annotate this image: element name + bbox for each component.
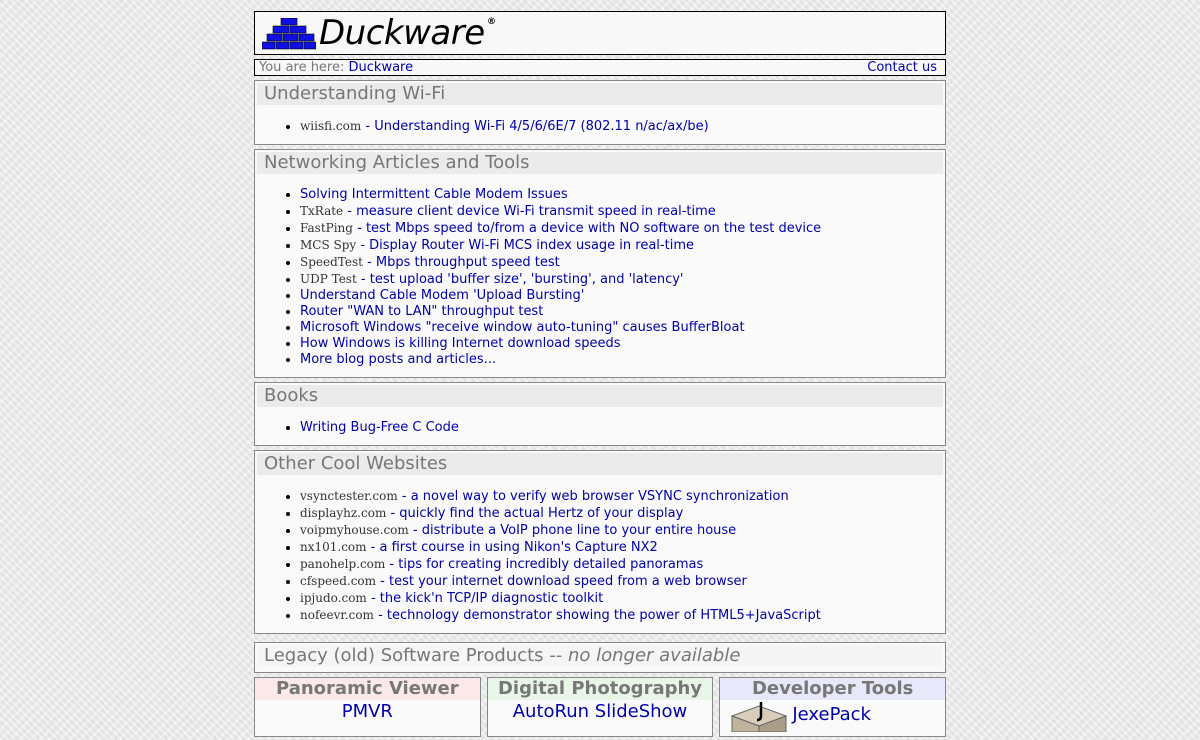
section-networking: Networking Articles and Tools Solving In… [254,149,946,378]
list-item: Solving Intermittent Cable Modem Issues [300,187,943,203]
site-name: nofeevr.com [300,608,374,622]
site-name: panohelp.com [300,557,386,571]
site-name: FastPing [300,221,353,235]
column-digital-photography: Digital Photography AutoRun SlideShow [486,677,714,737]
list: Writing Bug-Free C Code [257,407,943,445]
list-item: UDP Test - test upload 'buffer size', 'b… [300,271,943,288]
section-title: Books [257,385,943,407]
item-link[interactable]: tips for creating incredibly detailed pa… [398,557,703,572]
item-link[interactable]: distribute a VoIP phone line to your ent… [422,523,736,538]
column-heading: Developer Tools [720,678,946,700]
list-item: MCS Spy - Display Router Wi-Fi MCS index… [300,237,943,254]
section-understanding-wifi: Understanding Wi-Fi wiisfi.com - Underst… [254,80,946,145]
list-item: nx101.com - a first course in using Niko… [300,539,943,556]
legacy-title-note: no longer available [567,645,741,666]
site-name: MCS Spy [300,238,357,252]
section-title: Networking Articles and Tools [257,152,943,174]
item-link[interactable]: test your internet download speed from a… [389,574,747,589]
jexepack-link[interactable]: JexePack [792,704,871,725]
item-link[interactable]: quickly find the actual Hertz of your di… [399,506,683,521]
jexepack-box-icon[interactable] [730,702,788,732]
list: wiisfi.com - Understanding Wi-Fi 4/5/6/6… [257,105,943,144]
item-link[interactable]: Understand Cable Modem 'Upload Bursting' [300,288,584,303]
item-link[interactable]: Display Router Wi-Fi MCS index usage in … [369,238,694,253]
list-item: More blog posts and articles... [300,352,943,368]
list-item: FastPing - test Mbps speed to/from a dev… [300,220,943,237]
legacy-title-main: Legacy (old) Software Products -- [264,645,563,666]
site-name: TxRate [300,204,344,218]
section-legacy: Legacy (old) Software Products -- no lon… [254,642,946,673]
column-heading: Digital Photography [487,678,713,700]
item-link[interactable]: the kick'n TCP/IP diagnostic toolkit [380,591,603,606]
list-item: panohelp.com - tips for creating incredi… [300,556,943,573]
site-name: nx101.com [300,540,367,554]
breadcrumb: You are here: Duckware Contact us [254,59,946,76]
header-logo-box: Duckware ® [254,11,946,55]
item-link[interactable]: technology demonstrator showing the powe… [387,608,821,623]
pmvr-link[interactable]: PMVR [255,700,480,724]
list-item: wiisfi.com - Understanding Wi-Fi 4/5/6/6… [300,118,943,135]
list-item: ipjudo.com - the kick'n TCP/IP diagnosti… [300,590,943,607]
column-panoramic-viewer: Panoramic Viewer PMVR [254,677,481,737]
item-link[interactable]: a first course in using Nikon's Capture … [380,540,658,555]
item-link[interactable]: measure client device Wi-Fi transmit spe… [356,204,716,219]
list-item: cfspeed.com - test your internet downloa… [300,573,943,590]
breadcrumb-trail: You are here: Duckware [259,60,413,75]
autorun-slideshow-link[interactable]: AutoRun SlideShow [488,700,713,724]
item-link[interactable]: a novel way to verify web browser VSYNC … [411,489,789,504]
list-item: Router "WAN to LAN" throughput test [300,304,943,320]
list-item: Microsoft Windows "receive window auto-t… [300,320,943,336]
item-link[interactable]: Microsoft Windows "receive window auto-t… [300,320,745,335]
site-name: UDP Test [300,272,357,286]
item-link[interactable]: Understanding Wi-Fi 4/5/6/6E/7 (802.11 n… [374,119,708,134]
list-item: How Windows is killing Internet download… [300,336,943,352]
section-books: Books Writing Bug-Free C Code [254,382,946,446]
section-title: Legacy (old) Software Products -- no lon… [257,645,943,667]
column-body: JexePack [720,700,945,732]
legacy-columns: Panoramic Viewer PMVR Digital Photograph… [254,677,947,737]
list-item: Writing Bug-Free C Code [300,420,943,436]
page-container: Duckware ® You are here: Duckware Contac… [254,11,947,737]
breadcrumb-home-link[interactable]: Duckware [349,60,414,75]
duckware-logo-icon[interactable] [262,18,316,50]
site-name: ipjudo.com [300,591,367,605]
logo-text[interactable]: Duckware [319,13,485,53]
site-name: SpeedTest [300,255,363,269]
site-name: vsynctester.com [300,489,398,503]
site-name: voipmyhouse.com [300,523,409,537]
breadcrumb-prefix: You are here: [259,60,345,75]
section-title: Understanding Wi-Fi [257,83,943,105]
list-item: vsynctester.com - a novel way to verify … [300,488,943,505]
list-item: displayhz.com - quickly find the actual … [300,505,943,522]
contact-us-link[interactable]: Contact us [867,60,937,75]
list-item: SpeedTest - Mbps throughput speed test [300,254,943,271]
item-link[interactable]: How Windows is killing Internet download… [300,336,621,351]
list-item: TxRate - measure client device Wi-Fi tra… [300,203,943,220]
site-name: cfspeed.com [300,574,377,588]
section-other-websites: Other Cool Websites vsynctester.com - a … [254,450,946,634]
column-heading: Panoramic Viewer [255,678,480,700]
item-link[interactable]: test upload 'buffer size', 'bursting', a… [370,272,684,287]
item-link[interactable]: Writing Bug-Free C Code [300,420,459,435]
item-link[interactable]: Mbps throughput speed test [376,255,560,270]
item-link[interactable]: Router "WAN to LAN" throughput test [300,304,543,319]
list-item: nofeevr.com - technology demonstrator sh… [300,607,943,624]
list: Solving Intermittent Cable Modem IssuesT… [257,174,943,377]
list-item: voipmyhouse.com - distribute a VoIP phon… [300,522,943,539]
item-link[interactable]: More blog posts and articles... [300,352,496,367]
item-link[interactable]: test Mbps speed to/from a device with NO… [366,221,821,236]
section-title: Other Cool Websites [257,453,943,475]
column-developer-tools: Developer Tools JexePack [719,677,947,737]
item-link[interactable]: Solving Intermittent Cable Modem Issues [300,187,568,202]
site-name: displayhz.com [300,506,387,520]
list: vsynctester.com - a novel way to verify … [257,475,943,633]
registered-mark: ® [487,17,496,27]
site-name: wiisfi.com [300,119,362,133]
list-item: Understand Cable Modem 'Upload Bursting' [300,288,943,304]
